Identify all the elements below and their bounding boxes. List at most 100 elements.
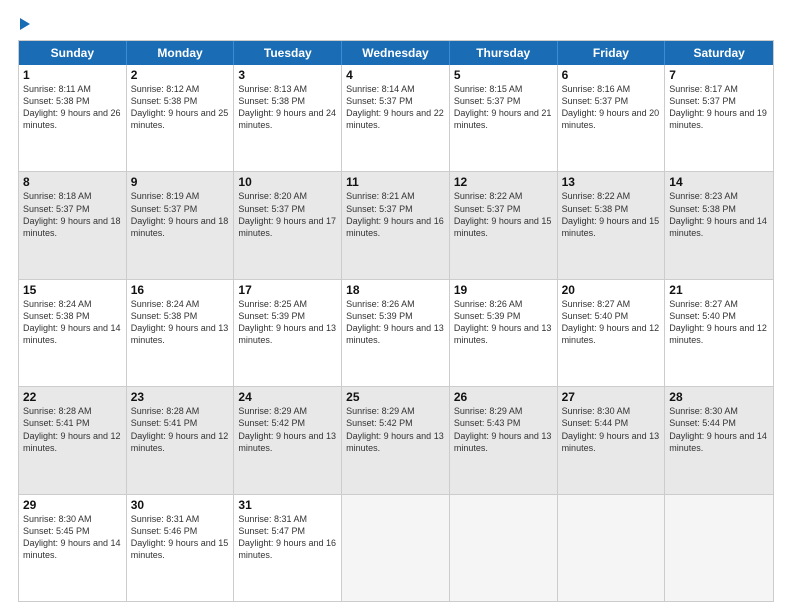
calendar-cell: 31 Sunrise: 8:31 AMSunset: 5:47 PMDaylig… [234,495,342,601]
calendar-cell: 25 Sunrise: 8:29 AMSunset: 5:42 PMDaylig… [342,387,450,493]
cell-info: Sunrise: 8:15 AMSunset: 5:37 PMDaylight:… [454,84,552,130]
cell-info: Sunrise: 8:30 AMSunset: 5:44 PMDaylight:… [669,406,767,452]
cell-info: Sunrise: 8:31 AMSunset: 5:46 PMDaylight:… [131,514,229,560]
header-day-monday: Monday [127,41,235,65]
calendar-cell: 19 Sunrise: 8:26 AMSunset: 5:39 PMDaylig… [450,280,558,386]
header-day-wednesday: Wednesday [342,41,450,65]
day-number: 10 [238,175,337,189]
day-number: 3 [238,68,337,82]
cell-info: Sunrise: 8:23 AMSunset: 5:38 PMDaylight:… [669,191,767,237]
calendar-cell: 3 Sunrise: 8:13 AMSunset: 5:38 PMDayligh… [234,65,342,171]
cell-info: Sunrise: 8:20 AMSunset: 5:37 PMDaylight:… [238,191,336,237]
calendar-cell: 17 Sunrise: 8:25 AMSunset: 5:39 PMDaylig… [234,280,342,386]
cell-info: Sunrise: 8:12 AMSunset: 5:38 PMDaylight:… [131,84,229,130]
day-number: 7 [669,68,769,82]
day-number: 16 [131,283,230,297]
calendar-cell: 13 Sunrise: 8:22 AMSunset: 5:38 PMDaylig… [558,172,666,278]
calendar-cell: 15 Sunrise: 8:24 AMSunset: 5:38 PMDaylig… [19,280,127,386]
calendar-cell: 22 Sunrise: 8:28 AMSunset: 5:41 PMDaylig… [19,387,127,493]
day-number: 26 [454,390,553,404]
day-number: 27 [562,390,661,404]
cell-info: Sunrise: 8:28 AMSunset: 5:41 PMDaylight:… [131,406,229,452]
calendar-cell: 21 Sunrise: 8:27 AMSunset: 5:40 PMDaylig… [665,280,773,386]
calendar-cell [342,495,450,601]
cell-info: Sunrise: 8:22 AMSunset: 5:37 PMDaylight:… [454,191,552,237]
cell-info: Sunrise: 8:16 AMSunset: 5:37 PMDaylight:… [562,84,660,130]
calendar-cell: 14 Sunrise: 8:23 AMSunset: 5:38 PMDaylig… [665,172,773,278]
day-number: 19 [454,283,553,297]
cell-info: Sunrise: 8:19 AMSunset: 5:37 PMDaylight:… [131,191,229,237]
day-number: 28 [669,390,769,404]
header [18,18,774,30]
cell-info: Sunrise: 8:21 AMSunset: 5:37 PMDaylight:… [346,191,444,237]
cell-info: Sunrise: 8:17 AMSunset: 5:37 PMDaylight:… [669,84,767,130]
calendar-cell: 6 Sunrise: 8:16 AMSunset: 5:37 PMDayligh… [558,65,666,171]
calendar: SundayMondayTuesdayWednesdayThursdayFrid… [18,40,774,602]
day-number: 13 [562,175,661,189]
day-number: 30 [131,498,230,512]
cell-info: Sunrise: 8:11 AMSunset: 5:38 PMDaylight:… [23,84,121,130]
cell-info: Sunrise: 8:29 AMSunset: 5:42 PMDaylight:… [238,406,336,452]
calendar-body: 1 Sunrise: 8:11 AMSunset: 5:38 PMDayligh… [19,65,773,601]
calendar-cell: 5 Sunrise: 8:15 AMSunset: 5:37 PMDayligh… [450,65,558,171]
calendar-cell: 20 Sunrise: 8:27 AMSunset: 5:40 PMDaylig… [558,280,666,386]
cell-info: Sunrise: 8:29 AMSunset: 5:43 PMDaylight:… [454,406,552,452]
day-number: 20 [562,283,661,297]
day-number: 6 [562,68,661,82]
cell-info: Sunrise: 8:13 AMSunset: 5:38 PMDaylight:… [238,84,336,130]
day-number: 2 [131,68,230,82]
cell-info: Sunrise: 8:18 AMSunset: 5:37 PMDaylight:… [23,191,121,237]
calendar-week-2: 8 Sunrise: 8:18 AMSunset: 5:37 PMDayligh… [19,172,773,279]
calendar-cell [665,495,773,601]
day-number: 24 [238,390,337,404]
cell-info: Sunrise: 8:30 AMSunset: 5:45 PMDaylight:… [23,514,121,560]
cell-info: Sunrise: 8:14 AMSunset: 5:37 PMDaylight:… [346,84,444,130]
page: SundayMondayTuesdayWednesdayThursdayFrid… [0,0,792,612]
header-day-friday: Friday [558,41,666,65]
day-number: 12 [454,175,553,189]
calendar-cell [450,495,558,601]
cell-info: Sunrise: 8:24 AMSunset: 5:38 PMDaylight:… [131,299,229,345]
header-day-tuesday: Tuesday [234,41,342,65]
calendar-cell: 7 Sunrise: 8:17 AMSunset: 5:37 PMDayligh… [665,65,773,171]
header-day-saturday: Saturday [665,41,773,65]
calendar-cell: 2 Sunrise: 8:12 AMSunset: 5:38 PMDayligh… [127,65,235,171]
calendar-header: SundayMondayTuesdayWednesdayThursdayFrid… [19,41,773,65]
cell-info: Sunrise: 8:28 AMSunset: 5:41 PMDaylight:… [23,406,121,452]
day-number: 8 [23,175,122,189]
calendar-cell [558,495,666,601]
calendar-cell: 30 Sunrise: 8:31 AMSunset: 5:46 PMDaylig… [127,495,235,601]
calendar-week-3: 15 Sunrise: 8:24 AMSunset: 5:38 PMDaylig… [19,280,773,387]
day-number: 31 [238,498,337,512]
cell-info: Sunrise: 8:30 AMSunset: 5:44 PMDaylight:… [562,406,660,452]
calendar-cell: 18 Sunrise: 8:26 AMSunset: 5:39 PMDaylig… [342,280,450,386]
header-day-thursday: Thursday [450,41,558,65]
cell-info: Sunrise: 8:26 AMSunset: 5:39 PMDaylight:… [454,299,552,345]
day-number: 4 [346,68,445,82]
cell-info: Sunrise: 8:29 AMSunset: 5:42 PMDaylight:… [346,406,444,452]
calendar-cell: 12 Sunrise: 8:22 AMSunset: 5:37 PMDaylig… [450,172,558,278]
day-number: 11 [346,175,445,189]
cell-info: Sunrise: 8:24 AMSunset: 5:38 PMDaylight:… [23,299,121,345]
day-number: 17 [238,283,337,297]
day-number: 15 [23,283,122,297]
cell-info: Sunrise: 8:31 AMSunset: 5:47 PMDaylight:… [238,514,336,560]
day-number: 25 [346,390,445,404]
cell-info: Sunrise: 8:25 AMSunset: 5:39 PMDaylight:… [238,299,336,345]
calendar-cell: 24 Sunrise: 8:29 AMSunset: 5:42 PMDaylig… [234,387,342,493]
calendar-cell: 8 Sunrise: 8:18 AMSunset: 5:37 PMDayligh… [19,172,127,278]
day-number: 1 [23,68,122,82]
day-number: 21 [669,283,769,297]
calendar-cell: 27 Sunrise: 8:30 AMSunset: 5:44 PMDaylig… [558,387,666,493]
calendar-cell: 28 Sunrise: 8:30 AMSunset: 5:44 PMDaylig… [665,387,773,493]
calendar-week-4: 22 Sunrise: 8:28 AMSunset: 5:41 PMDaylig… [19,387,773,494]
calendar-cell: 11 Sunrise: 8:21 AMSunset: 5:37 PMDaylig… [342,172,450,278]
day-number: 5 [454,68,553,82]
calendar-cell: 26 Sunrise: 8:29 AMSunset: 5:43 PMDaylig… [450,387,558,493]
header-day-sunday: Sunday [19,41,127,65]
cell-info: Sunrise: 8:27 AMSunset: 5:40 PMDaylight:… [562,299,660,345]
day-number: 22 [23,390,122,404]
logo-triangle-icon [20,18,30,30]
calendar-cell: 1 Sunrise: 8:11 AMSunset: 5:38 PMDayligh… [19,65,127,171]
calendar-week-1: 1 Sunrise: 8:11 AMSunset: 5:38 PMDayligh… [19,65,773,172]
